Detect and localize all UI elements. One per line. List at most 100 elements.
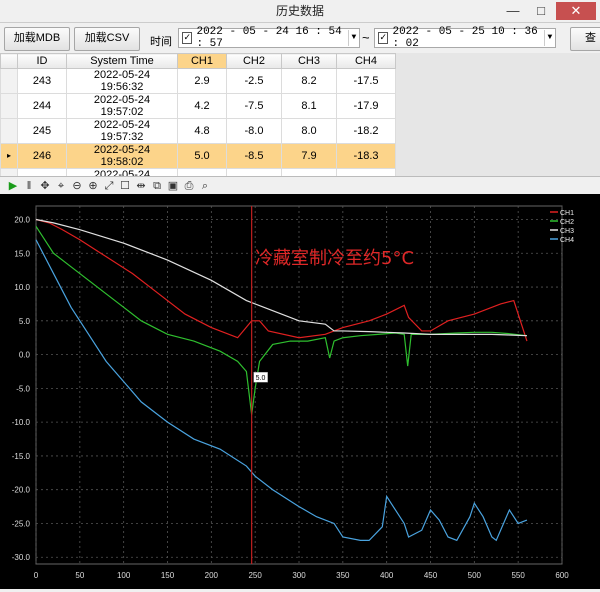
table-cell[interactable]: 8.0: [281, 118, 337, 144]
column-header[interactable]: CH2: [226, 53, 282, 69]
row-header[interactable]: [0, 68, 18, 94]
zoom-out-icon[interactable]: ⊖: [70, 179, 84, 193]
row-header[interactable]: [0, 118, 18, 144]
time-label: 时间: [150, 36, 172, 48]
column-header[interactable]: System Time: [66, 53, 178, 69]
y-tick-label: 10.0: [14, 283, 30, 292]
close-button[interactable]: ✕: [556, 2, 596, 20]
column-header[interactable]: CH4: [336, 53, 396, 69]
table-row[interactable]: 245 2022-05-24 19:57:32 4.8 -8.0 8.0 -18.2: [0, 118, 396, 144]
chevron-down-icon[interactable]: ▼: [347, 30, 359, 46]
x-tick-label: 250: [248, 571, 262, 580]
zoom-in-icon[interactable]: ⊕: [86, 179, 100, 193]
start-time-checkbox[interactable]: ✓: [182, 32, 193, 44]
column-header[interactable]: CH3: [281, 53, 337, 69]
cursor-icon[interactable]: ⇹: [134, 179, 148, 193]
table-cell[interactable]: 243: [17, 68, 67, 94]
column-header[interactable]: ID: [17, 53, 67, 69]
row-header[interactable]: [0, 93, 18, 119]
table-cell[interactable]: -8.5: [226, 143, 282, 169]
table-cell[interactable]: 7.9: [281, 143, 337, 169]
save-icon[interactable]: ▣: [166, 179, 180, 193]
table-cell[interactable]: 2022-05-24 19:57:02: [66, 93, 178, 119]
table-cell[interactable]: -17.9: [336, 93, 396, 119]
print-preview-icon[interactable]: ⌕: [198, 179, 212, 193]
end-time-checkbox[interactable]: ✓: [378, 32, 389, 44]
x-tick-label: 400: [380, 571, 394, 580]
chevron-down-icon[interactable]: ▼: [543, 30, 555, 46]
legend-entry: CH2: [560, 219, 574, 226]
row-header[interactable]: ▸: [0, 143, 18, 169]
x-tick-label: 350: [336, 571, 350, 580]
table-row[interactable]: ▸ 246 2022-05-24 19:58:02 5.0 -8.5 7.9 -18.3: [0, 143, 396, 169]
start-time-value: 2022 - 05 - 24 16 : 54 : 57: [196, 26, 342, 50]
load-mdb-button[interactable]: 加载MDB: [4, 27, 70, 51]
y-tick-label: 5.0: [19, 317, 31, 326]
table-cell[interactable]: -7.5: [226, 93, 282, 119]
table-cell[interactable]: 8.1: [281, 93, 337, 119]
table-cell[interactable]: 2022-05-24 19:58:02: [66, 143, 178, 169]
chart-toolbar: ▶ ‖ ✥ ⌖ ⊖ ⊕ ⤢ ☐ ⇹ ⧉ ▣ ⎙ ⌕: [0, 176, 600, 195]
title-bar: 历史数据 — □ ✕: [0, 0, 600, 23]
y-tick-label: 20.0: [14, 216, 30, 225]
x-tick-label: 200: [205, 571, 219, 580]
table-cell[interactable]: 8.2: [281, 68, 337, 94]
maximize-button[interactable]: □: [528, 2, 554, 20]
chart-annotation: 冷藏室制冷至约5°C: [255, 248, 414, 269]
end-time-value: 2022 - 05 - 25 10 : 36 : 02: [392, 26, 538, 50]
history-chart[interactable]: 0 50 100 150 200 250 300 350 400 450 500 550 600 20.0…: [0, 194, 600, 589]
pan-icon[interactable]: ✥: [38, 179, 52, 193]
table-row[interactable]: 244 2022-05-24 19:57:02 4.2 -7.5 8.1 -17.9: [0, 93, 396, 119]
y-tick-label: 0.0: [19, 351, 31, 360]
data-grid: ID System Time CH1 CH2 CH3 CH4 243 2022-0…: [0, 53, 600, 269]
table-cell[interactable]: -2.5: [226, 68, 282, 94]
series-line-ch1: [35, 218, 528, 342]
pause-icon[interactable]: ‖: [22, 179, 36, 193]
range-separator: ~: [362, 30, 370, 45]
x-tick-label: 600: [555, 571, 569, 580]
legend-entry: CH1: [560, 210, 574, 217]
legend-entry: CH3: [560, 228, 574, 235]
table-cell[interactable]: 245: [17, 118, 67, 144]
table-cell[interactable]: -8.0: [226, 118, 282, 144]
y-tick-label: 15.0: [14, 249, 30, 258]
table-cell[interactable]: -18.3: [336, 143, 396, 169]
chart-panel[interactable]: 0 50 100 150 200 250 300 350 400 450 500 550 600 20.0…: [0, 194, 600, 589]
series-line-ch3: [35, 218, 527, 337]
print-icon[interactable]: ⎙: [182, 179, 196, 193]
x-tick-label: 550: [511, 571, 525, 580]
table-row[interactable]: 243 2022-05-24 19:56:32 2.9 -2.5 8.2 -17.5: [0, 68, 396, 94]
zoom-area-icon[interactable]: ⌖: [54, 179, 68, 193]
copy-icon[interactable]: ⧉: [150, 179, 164, 193]
table-cell[interactable]: 2.9: [177, 68, 227, 94]
load-csv-button[interactable]: 加载CSV: [74, 27, 140, 51]
series-line-ch4: [35, 239, 528, 542]
window-controls: — □ ✕: [500, 2, 596, 20]
select-box-icon[interactable]: ☐: [118, 179, 132, 193]
y-tick-label: -15.0: [12, 452, 31, 461]
play-icon[interactable]: ▶: [6, 179, 20, 193]
query-button[interactable]: 查: [570, 27, 600, 51]
corner-header: [0, 53, 18, 69]
table-cell[interactable]: 4.2: [177, 93, 227, 119]
table-cell[interactable]: 2022-05-24 19:57:32: [66, 118, 178, 144]
x-tick-label: 500: [468, 571, 482, 580]
minimize-button[interactable]: —: [500, 2, 526, 20]
y-tick-label: -20.0: [12, 486, 31, 495]
legend-entry: CH4: [560, 237, 574, 244]
table-cell[interactable]: 4.8: [177, 118, 227, 144]
table-cell[interactable]: -18.2: [336, 118, 396, 144]
cursor-label: 5.0: [256, 375, 266, 382]
end-time-picker[interactable]: ✓ 2022 - 05 - 25 10 : 36 : 02 ▼: [374, 26, 556, 50]
y-tick-label: -10.0: [12, 418, 31, 427]
x-tick-label: 450: [424, 571, 438, 580]
table-cell[interactable]: 244: [17, 93, 67, 119]
x-tick-label: 300: [292, 571, 306, 580]
table-cell[interactable]: 5.0: [177, 143, 227, 169]
fit-icon[interactable]: ⤢: [102, 179, 116, 193]
column-header[interactable]: CH1: [177, 53, 227, 69]
start-time-picker[interactable]: ✓ 2022 - 05 - 24 16 : 54 : 57 ▼: [178, 26, 360, 50]
table-cell[interactable]: -17.5: [336, 68, 396, 94]
table-cell[interactable]: 246: [17, 143, 67, 169]
table-cell[interactable]: 2022-05-24 19:56:32: [66, 68, 178, 94]
